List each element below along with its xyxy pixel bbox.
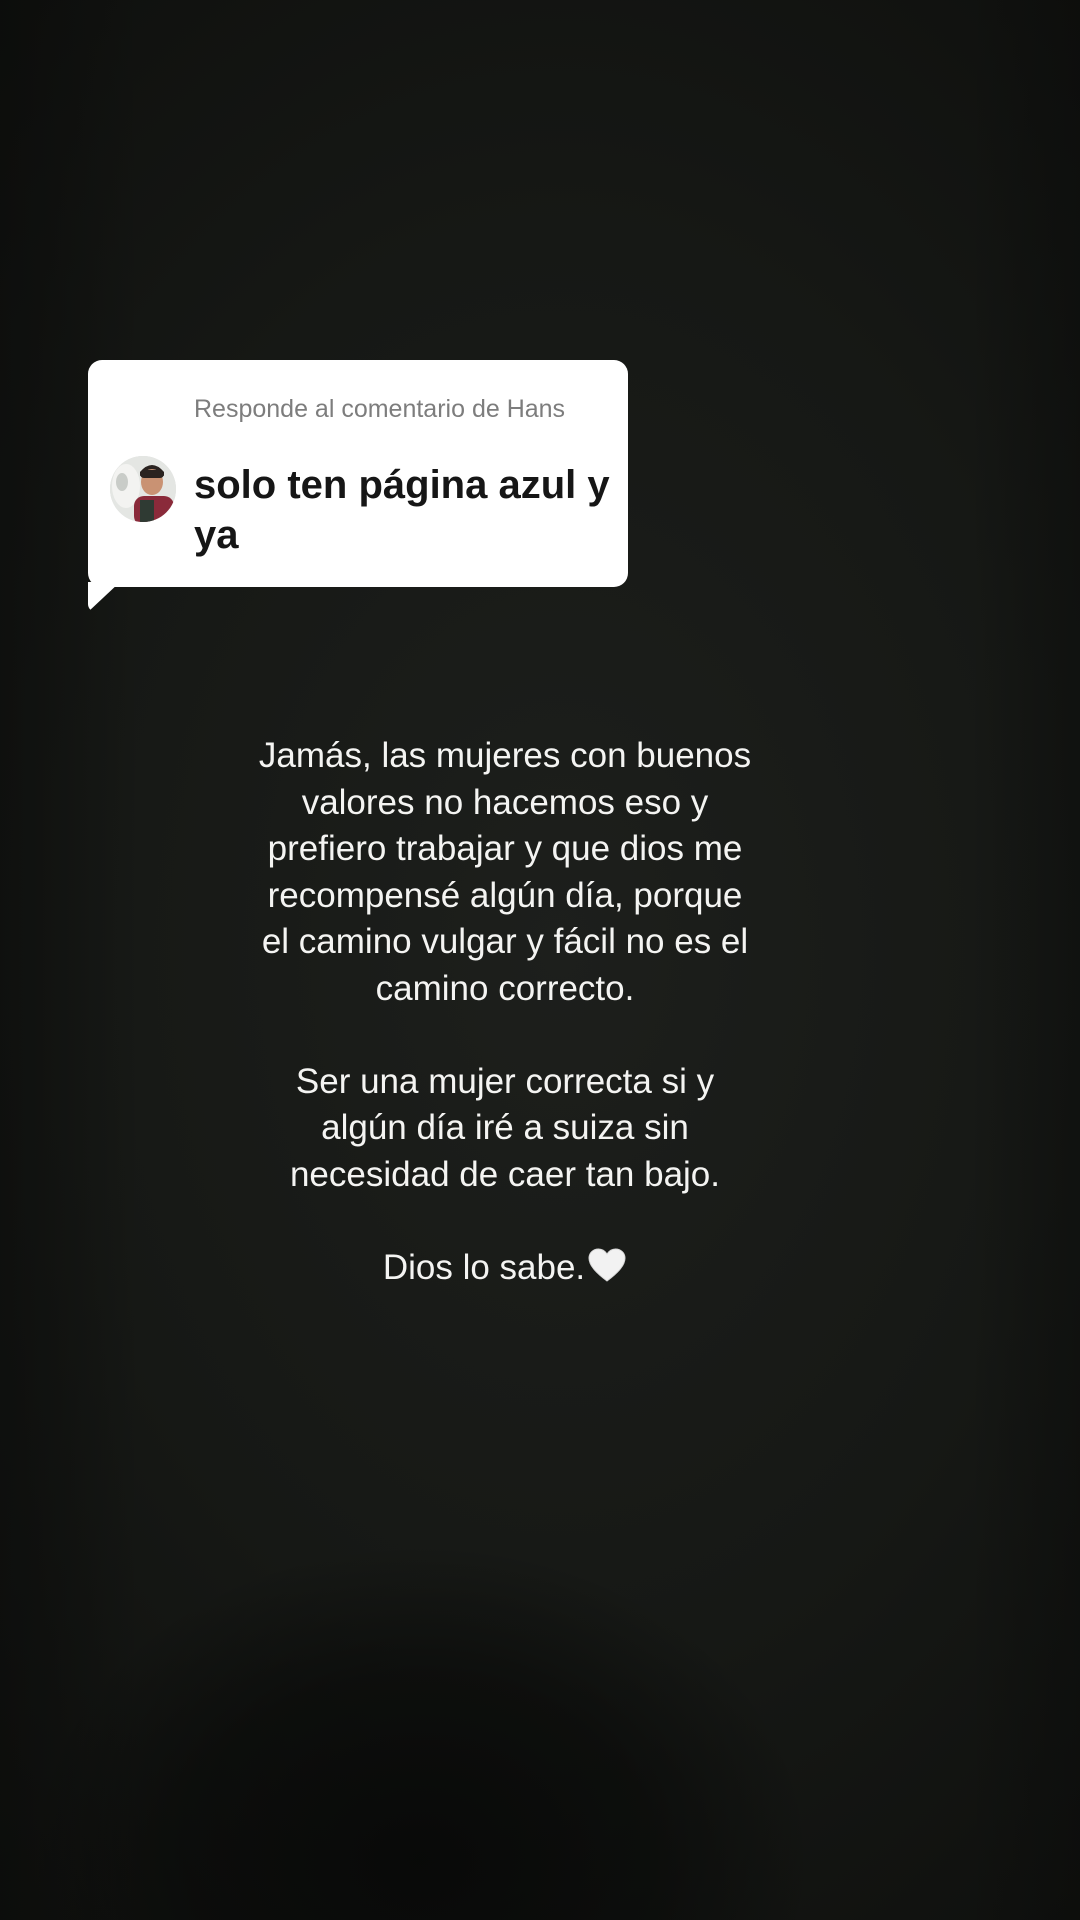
reply-header: Responde al comentario de Hans <box>194 395 566 423</box>
caption-closing-line: Dios lo sabe. <box>255 1245 755 1296</box>
caption-paragraph: Jamás, las mujeres con buenos valores no… <box>258 736 752 1008</box>
speech-bubble-tail <box>88 582 120 612</box>
commenter-avatar[interactable] <box>110 456 176 522</box>
caption-paragraph: Ser una mujer correcta si y algún día ir… <box>289 1061 721 1194</box>
background-shadow <box>970 0 1080 1920</box>
reply-comment-text: solo ten página azul y ya <box>194 463 610 557</box>
story-canvas: Responde al comentario de Hans solo ten … <box>0 0 1080 1920</box>
caption-closing-text: Dios lo sabe. <box>382 1247 586 1287</box>
white-heart-icon <box>587 1247 627 1296</box>
background-shadow <box>0 0 140 1920</box>
story-caption: Jamás, las mujeres con buenos valores no… <box>255 733 755 1295</box>
reply-comment-card[interactable]: Responde al comentario de Hans solo ten … <box>88 360 628 612</box>
avatar-icon <box>110 456 176 522</box>
